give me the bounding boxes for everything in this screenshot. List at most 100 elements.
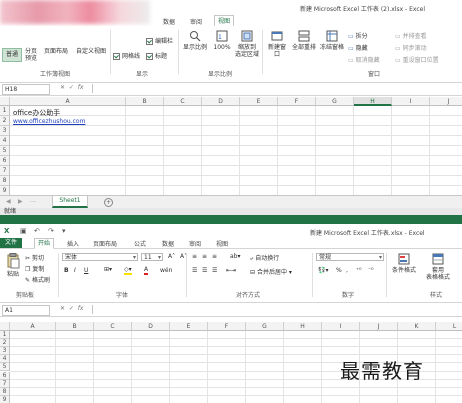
font-name-dropdown[interactable]: 宋体: [62, 253, 138, 262]
comma-button[interactable]: ,: [346, 267, 348, 274]
customize-qat-icon[interactable]: ▾: [62, 227, 66, 235]
enter-icon[interactable]: ✓: [69, 84, 74, 91]
row-header-8[interactable]: 8: [0, 176, 10, 186]
column-header-b[interactable]: B: [56, 322, 94, 331]
zoom-to-selection-button[interactable]: 缩放到 选定区域: [234, 30, 260, 58]
normal-view-button[interactable]: 普通: [2, 48, 22, 62]
zoom-button[interactable]: 显示比例: [182, 30, 208, 51]
column-header-f[interactable]: F: [278, 97, 316, 106]
tab-review[interactable]: 审阅: [189, 239, 201, 248]
redo-icon[interactable]: ↷: [48, 227, 54, 235]
column-header-c[interactable]: C: [94, 322, 132, 331]
align-left-icon[interactable]: ☰: [192, 267, 197, 274]
bold-button[interactable]: B: [64, 267, 69, 274]
format-painter-button[interactable]: ✎ 格式刷: [25, 275, 50, 284]
column-header-a[interactable]: A: [10, 322, 56, 331]
view-side-by-side-button[interactable]: ▭ 并排查看: [395, 31, 427, 40]
formula-input[interactable]: [92, 84, 460, 93]
formula-bar-checkbox[interactable]: 编辑栏: [146, 36, 173, 45]
scroll-left-icon[interactable]: ◀: [6, 198, 11, 205]
wrap-text-button[interactable]: ⤶ 自动换行: [250, 253, 279, 263]
row-header-5[interactable]: 5: [0, 363, 10, 372]
cut-button[interactable]: ✂ 剪切: [25, 253, 44, 262]
row-header-8[interactable]: 8: [0, 387, 10, 396]
column-header-d[interactable]: D: [132, 322, 170, 331]
tab-page-layout[interactable]: 页面布局: [93, 239, 117, 248]
copy-button[interactable]: ❐ 复制: [25, 264, 44, 273]
enter-icon[interactable]: ✓: [69, 305, 74, 312]
merge-center-button[interactable]: ⊟ 合并后居中 ▾: [250, 267, 292, 276]
font-color-button[interactable]: A: [144, 266, 149, 275]
column-header-h[interactable]: H: [354, 97, 392, 106]
cancel-icon[interactable]: ✕: [60, 84, 65, 91]
tab-data[interactable]: 数据: [162, 239, 174, 248]
align-middle-icon[interactable]: ≡: [202, 253, 207, 260]
row-header-3[interactable]: 3: [0, 347, 10, 356]
save-icon[interactable]: ▣: [20, 227, 27, 235]
column-header-f[interactable]: F: [208, 322, 246, 331]
fill-color-icon[interactable]: ◇▾: [124, 266, 132, 275]
cell-a1[interactable]: office办公助手: [13, 108, 60, 118]
increase-decimal-icon[interactable]: ⁺⁰: [356, 267, 362, 274]
conditional-formatting-button[interactable]: 条件格式: [388, 253, 420, 274]
tab-review[interactable]: 审阅: [190, 17, 202, 26]
font-size-dropdown[interactable]: 11: [141, 253, 163, 262]
column-header-g[interactable]: G: [246, 322, 284, 331]
phonetic-button[interactable]: wén: [160, 267, 172, 274]
cancel-icon[interactable]: ✕: [60, 305, 65, 312]
decrease-decimal-icon[interactable]: ⁻⁰: [368, 267, 374, 274]
column-header-j[interactable]: J: [430, 97, 462, 106]
indent-icon[interactable]: ⇤⇥: [226, 267, 236, 274]
number-format-dropdown[interactable]: 常规: [316, 253, 384, 262]
arrange-all-button[interactable]: 全部重排: [292, 30, 316, 51]
row-header-6[interactable]: 6: [0, 156, 10, 166]
sync-scroll-button[interactable]: ▭ 同步滚动: [395, 43, 427, 52]
column-header-h[interactable]: H: [284, 322, 322, 331]
column-header-g[interactable]: G: [316, 97, 354, 106]
italic-button[interactable]: I: [74, 267, 76, 274]
row-header-1[interactable]: 1: [0, 331, 10, 340]
row-header-9[interactable]: 9: [0, 395, 10, 403]
zoom-100-button[interactable]: 1 100%: [212, 30, 232, 51]
borders-icon[interactable]: ⊞▾: [104, 266, 112, 273]
column-header-c[interactable]: C: [164, 97, 202, 106]
fx-icon[interactable]: fx: [78, 305, 84, 312]
row-header-1[interactable]: 1: [0, 106, 10, 116]
add-sheet-icon[interactable]: +: [104, 198, 113, 207]
name-box[interactable]: H18: [2, 84, 50, 95]
tab-formulas[interactable]: 公式: [134, 239, 146, 248]
column-header-i[interactable]: I: [392, 97, 430, 106]
gridlines-checkbox[interactable]: 网格线: [113, 51, 140, 60]
align-bottom-icon[interactable]: ≡: [212, 253, 217, 260]
column-header-b[interactable]: B: [126, 97, 164, 106]
freeze-panes-button[interactable]: 冻结窗格: [320, 30, 344, 51]
split-button[interactable]: ▭ 拆分: [348, 31, 368, 40]
percent-button[interactable]: %: [336, 267, 342, 274]
grow-font-button[interactable]: A˄: [168, 253, 175, 260]
underline-button[interactable]: U: [84, 267, 88, 274]
align-center-icon[interactable]: ☰: [202, 267, 207, 274]
row-header-5[interactable]: 5: [0, 146, 10, 156]
page-break-preview-button[interactable]: 分页 预览: [24, 48, 38, 62]
select-all-corner[interactable]: [0, 322, 10, 331]
page-layout-button[interactable]: 页面布局: [44, 48, 68, 55]
scroll-right-icon[interactable]: ▶: [18, 198, 23, 205]
orientation-icon[interactable]: ab▾: [230, 253, 241, 260]
align-top-icon[interactable]: ≡: [192, 253, 197, 260]
row-header-9[interactable]: 9: [0, 186, 10, 195]
align-right-icon[interactable]: ☰: [212, 267, 217, 274]
hide-button[interactable]: ▭ 隐藏: [348, 43, 368, 52]
row-header-7[interactable]: 7: [0, 379, 10, 388]
sheet-tab-sheet1[interactable]: Sheet1: [52, 196, 88, 208]
formula-input[interactable]: [92, 305, 460, 314]
currency-icon[interactable]: 💱▾: [318, 267, 328, 274]
column-header-a[interactable]: A: [10, 97, 126, 106]
unhide-button[interactable]: ▭ 取消隐藏: [348, 55, 380, 64]
column-header-e[interactable]: E: [240, 97, 278, 106]
tab-data[interactable]: 数据: [163, 17, 175, 26]
tab-insert[interactable]: 插入: [67, 239, 79, 248]
cell-a2[interactable]: www.officezhushou.com: [13, 118, 85, 125]
tab-home[interactable]: 开始: [34, 238, 55, 249]
fx-icon[interactable]: fx: [78, 84, 84, 91]
row-header-3[interactable]: 3: [0, 126, 10, 136]
